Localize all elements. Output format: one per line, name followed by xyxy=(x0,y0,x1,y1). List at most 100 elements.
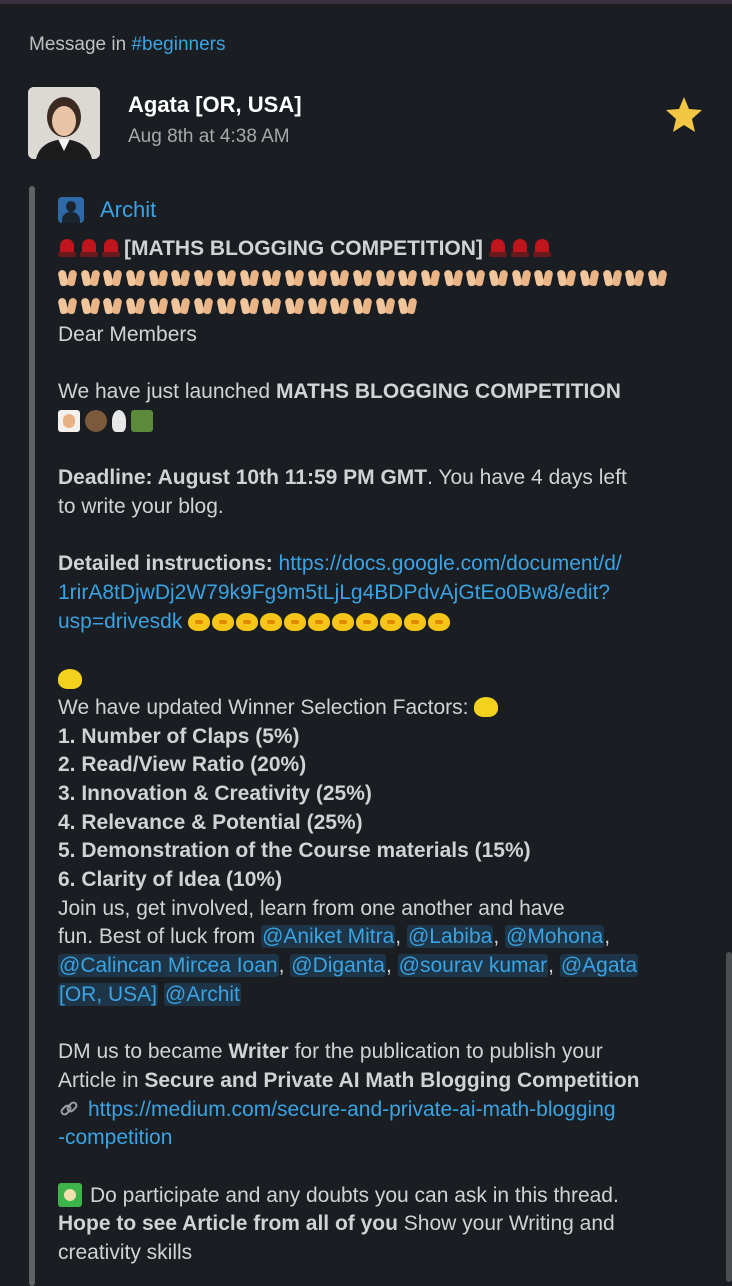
chick-icon xyxy=(332,612,355,631)
article-line: Article in Secure and Private AI Math Bl… xyxy=(58,1068,640,1092)
reaction-emoji-row xyxy=(58,407,698,436)
raised-hands-icon xyxy=(81,296,102,316)
raised-hands-icon xyxy=(308,268,329,288)
raised-hands-icon xyxy=(580,268,601,288)
deadline-line: Deadline: August 10th 11:59 PM GMT. You … xyxy=(58,466,627,490)
raised-hands-icon xyxy=(171,296,192,316)
raised-hands-icon xyxy=(126,296,147,316)
shared-message: Archit [MATHS BLOGGING COMPETITION] Dear… xyxy=(58,196,698,1268)
instructions-link[interactable]: https://docs.google.com/document/d/ xyxy=(279,552,622,575)
raised-hands-icon xyxy=(512,268,533,288)
raised-hands-icon xyxy=(58,296,79,316)
raised-hands-icon xyxy=(285,296,306,316)
medium-link-cont[interactable]: -competition xyxy=(58,1126,172,1149)
raised-hands-icon xyxy=(444,268,465,288)
raised-hands-icon xyxy=(466,268,487,288)
raised-hands-icon xyxy=(217,268,238,288)
mention[interactable]: @Mohona xyxy=(505,925,605,949)
raised-hands-icon xyxy=(308,296,329,316)
raised-hands-icon xyxy=(625,268,646,288)
mention[interactable]: @Calincan Mircea Ioan xyxy=(58,954,279,978)
top-divider xyxy=(0,0,732,4)
emoji-icon xyxy=(85,410,107,433)
raised-hands-icon xyxy=(58,268,79,288)
instructions-link-cont[interactable]: 1rirA8tDjwDj2W79k9Fg9m5tLjLg4BDPdvAjGtEo… xyxy=(58,581,610,604)
chick-icon xyxy=(260,612,283,631)
raised-hands-icon xyxy=(376,296,397,316)
siren-icon xyxy=(488,238,507,258)
mention[interactable]: @Aniket Mitra xyxy=(261,925,396,949)
author-name[interactable]: Agata [OR, USA] xyxy=(128,92,302,118)
raised-hands-icon xyxy=(149,268,170,288)
context-prefix: Message in xyxy=(29,34,127,55)
raised-hands-icon xyxy=(103,268,124,288)
factor-item: 2. Read/View Ratio (20%) xyxy=(58,753,307,777)
mention[interactable]: [OR, USA] xyxy=(58,982,159,1006)
raised-hands-icon xyxy=(330,296,351,316)
dm-line: DM us to became Writer for the publicati… xyxy=(58,1040,603,1064)
message-timestamp[interactable]: Aug 8th at 4:38 AM xyxy=(128,126,290,148)
factor-item: 3. Innovation & Creativity (25%) xyxy=(58,781,372,805)
launch-line: We have just launched MATHS BLOGGING COM… xyxy=(58,380,621,404)
hope-line: Hope to see Article from all of you Show… xyxy=(58,1212,615,1236)
emoji-icon xyxy=(131,410,153,433)
factor-item: 6. Clarity of Idea (10%) xyxy=(58,868,283,892)
mention[interactable]: @Agata xyxy=(559,954,639,978)
raised-hands-icon xyxy=(171,268,192,288)
mention[interactable]: @Diganta xyxy=(290,954,386,978)
chick-row xyxy=(188,610,452,633)
sender-name[interactable]: Archit xyxy=(100,196,156,225)
chick-icon xyxy=(356,612,379,631)
raised-hands-row xyxy=(58,263,698,292)
raised-hands-icon xyxy=(421,268,442,288)
avatar-photo xyxy=(28,87,100,159)
shared-message-bar xyxy=(29,186,35,1286)
factor-item: 5. Demonstration of the Course materials… xyxy=(58,839,531,863)
wave-icon xyxy=(58,410,80,433)
raised-hands-icon xyxy=(262,268,283,288)
raised-hands-icon xyxy=(489,268,510,288)
creativity-line: creativity skills xyxy=(58,1241,193,1265)
raised-hands-icon xyxy=(285,268,306,288)
chick-icon xyxy=(308,612,331,631)
link-icon xyxy=(60,1101,78,1116)
siren-icon xyxy=(510,238,529,258)
raised-hands-icon xyxy=(557,268,578,288)
factor-item: 4. Relevance & Potential (25%) xyxy=(58,810,363,834)
factor-item: 1. Number of Claps (5%) xyxy=(58,724,300,748)
raised-hands-icon xyxy=(648,268,669,288)
channel-link[interactable]: #beginners xyxy=(131,34,225,55)
greeting: Dear Members xyxy=(58,322,197,346)
raised-hands-icon xyxy=(262,296,283,316)
mention[interactable]: @sourav kumar xyxy=(397,954,549,978)
raised-hands-icon xyxy=(194,296,215,316)
avatar[interactable] xyxy=(28,87,100,159)
chick-icon xyxy=(380,612,403,631)
chick-icon xyxy=(404,612,427,631)
star-icon[interactable] xyxy=(664,95,704,135)
instructions-link-end[interactable]: usp=drivesdk xyxy=(58,610,182,633)
raised-hands-icon xyxy=(534,268,555,288)
raised-hands-icon xyxy=(398,296,419,316)
mention[interactable]: @Archit xyxy=(163,982,241,1006)
raised-hands-icon xyxy=(240,268,261,288)
ghost-icon xyxy=(112,410,126,433)
raised-hands-icon xyxy=(603,268,624,288)
raised-hands-icon xyxy=(330,268,351,288)
raised-hands-icon xyxy=(126,268,147,288)
raised-hands-icon xyxy=(376,268,397,288)
siren-icon xyxy=(80,238,98,258)
scrollbar[interactable] xyxy=(726,952,732,1282)
deadline-line-2: to write your blog. xyxy=(58,494,224,518)
message-context: Message in #beginners xyxy=(29,34,225,56)
raised-hands-icon xyxy=(353,268,374,288)
chick-icon xyxy=(188,612,211,631)
raised-hands-icon xyxy=(149,296,170,316)
medium-link[interactable]: https://medium.com/secure-and-private-ai… xyxy=(88,1098,616,1121)
instructions-line: Detailed instructions: https://docs.goog… xyxy=(58,552,622,576)
sender-avatar[interactable] xyxy=(58,197,84,224)
mention[interactable]: @Labiba xyxy=(406,925,494,949)
raised-hands-icon xyxy=(217,296,238,316)
raised-hands-icon xyxy=(103,296,124,316)
raised-hands-icon xyxy=(353,296,374,316)
